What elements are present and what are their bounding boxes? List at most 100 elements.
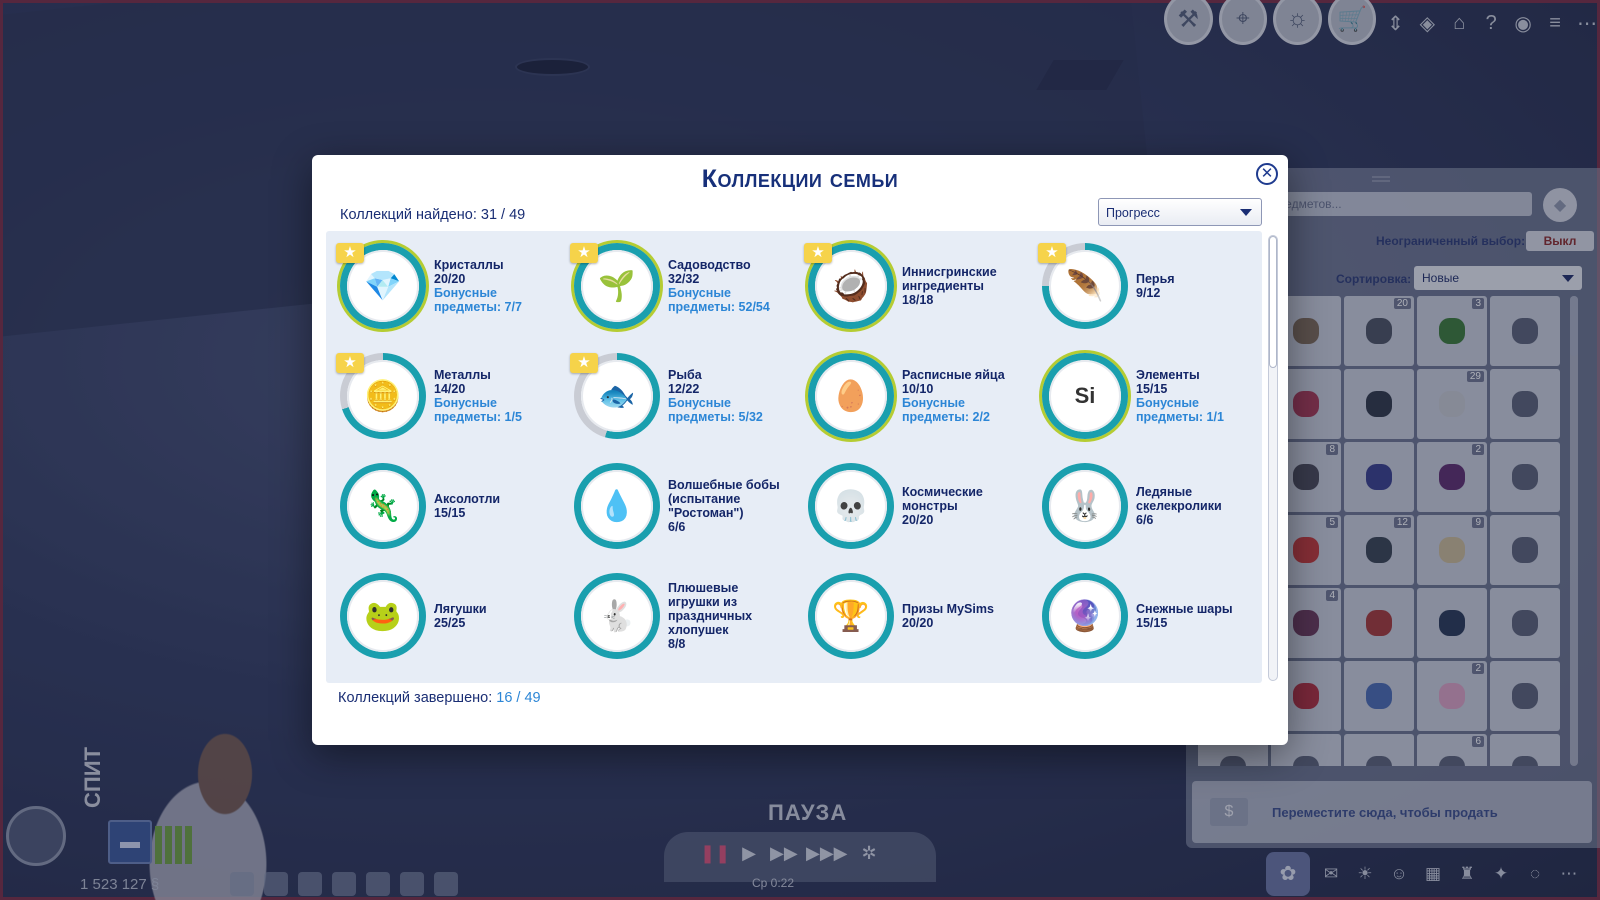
snow-globe-icon: 🔮	[1049, 580, 1121, 652]
collection-count: 25/25	[434, 616, 466, 630]
collection-info: Иннисгринские ингредиенты 18/18	[902, 265, 1022, 307]
collection-item[interactable]: 🏆 Призы MySims 20/20	[794, 561, 1028, 671]
collections-found-value: 31 / 49	[480, 207, 526, 223]
collection-item[interactable]: 🦎 Аксолотли 15/15	[326, 451, 560, 561]
collections-completed-label: Коллекций завершено:	[338, 690, 493, 706]
collection-item[interactable]: 🐰 Ледяные скелекролики 6/6	[1028, 451, 1262, 561]
collection-progress-ring: 🌱 ★	[570, 243, 660, 329]
collection-progress-ring: 🦎	[340, 463, 426, 549]
collection-item[interactable]: 🐇 Плюшевые игрушки из праздничных хлопуше…	[560, 561, 794, 671]
collection-count: 6/6	[1136, 513, 1154, 527]
collection-item[interactable]: 🥚 Расписные яйца 10/10 Бонусные предметы: 2/…	[794, 341, 1028, 451]
collection-info: Металлы 14/20 Бонусные предметы: 1/5	[434, 368, 522, 424]
star-icon: ★	[804, 243, 832, 263]
collection-count: 6/6	[668, 520, 686, 534]
collection-progress-ring: 🪶 ★	[1038, 243, 1128, 329]
collection-progress-ring: 🪙 ★	[336, 353, 426, 439]
collection-name: Волшебные бобы (испытание "Ростоман")	[668, 478, 780, 520]
star-icon: ★	[570, 353, 598, 373]
element-si-icon: Si	[1049, 360, 1121, 432]
axolotl-icon: 🦎	[347, 470, 419, 542]
dialog-title: Коллекции семьи	[701, 165, 899, 193]
collection-info: Призы MySims 20/20	[902, 602, 994, 630]
collection-item[interactable]: 💎 ★ Кристаллы 20/20 Бонусные предметы: 7/7	[326, 231, 560, 341]
collection-item[interactable]: 💀 Космические монстры 20/20	[794, 451, 1028, 561]
collection-progress-ring: 🐸	[340, 573, 426, 659]
collections-grid: 💎 ★ Кристаллы 20/20 Бонусные предметы: 7/7 🌱 ★ С…	[326, 231, 1262, 683]
bonus-items-count: предметы: 1/1	[1136, 410, 1224, 424]
sort-dropdown[interactable]: Прогресс	[1098, 198, 1262, 226]
star-icon: ★	[1038, 243, 1066, 263]
collection-count: 8/8	[668, 637, 686, 651]
collection-count: 18/18	[902, 293, 934, 307]
close-icon[interactable]: ✕	[1256, 163, 1278, 185]
collection-name: Аксолотли	[434, 492, 501, 506]
collection-progress-ring: Si	[1042, 353, 1128, 439]
bonus-items-count: предметы: 5/32	[668, 410, 763, 424]
collection-name: Призы MySims	[902, 602, 994, 616]
collection-count: 15/15	[1136, 616, 1168, 630]
collection-info: Перья 9/12	[1136, 272, 1175, 300]
collection-name: Кристаллы	[434, 258, 504, 272]
collection-progress-ring: 💧	[574, 463, 660, 549]
magic-bean-icon: 💧	[581, 470, 653, 542]
collection-info: Элементы 15/15 Бонусные предметы: 1/1	[1136, 368, 1224, 424]
bonus-label: Бонусные	[1136, 396, 1199, 410]
bonus-label: Бонусные	[434, 396, 497, 410]
collection-count: 32/32	[668, 272, 700, 286]
collection-name: Металлы	[434, 368, 491, 382]
collections-scroll-thumb[interactable]	[1269, 236, 1277, 368]
collection-item[interactable]: 🐟 ★ Рыба 12/22 Бонусные предметы: 5/32	[560, 341, 794, 451]
collection-name: Рыба	[668, 368, 702, 382]
bonus-label: Бонусные	[434, 286, 497, 300]
collection-progress-ring: 🐟 ★	[570, 353, 660, 439]
collection-progress-ring: 🏆	[808, 573, 894, 659]
collection-progress-ring: 🥚	[808, 353, 894, 439]
collection-info: Космические монстры 20/20	[902, 485, 1022, 527]
collection-name: Плюшевые игрушки из праздничных хлопушек	[668, 581, 753, 637]
collection-count: 15/15	[1136, 382, 1168, 396]
collection-progress-ring: 🐰	[1042, 463, 1128, 549]
collection-count: 20/20	[902, 616, 934, 630]
star-icon: ★	[336, 353, 364, 373]
star-icon: ★	[336, 243, 364, 263]
collections-completed: Коллекций завершено: 16 / 49	[338, 690, 541, 706]
collection-info: Снежные шары 15/15	[1136, 602, 1233, 630]
collection-name: Космические монстры	[902, 485, 983, 513]
collection-progress-ring: 💀	[808, 463, 894, 549]
collection-item[interactable]: 🪶 ★ Перья 9/12	[1028, 231, 1262, 341]
collection-item[interactable]: 🪙 ★ Металлы 14/20 Бонусные предметы: 1/5	[326, 341, 560, 451]
collections-found-label: Коллекций найдено:	[340, 207, 477, 223]
collection-name: Садоводство	[668, 258, 751, 272]
collection-item[interactable]: Si Элементы 15/15 Бонусные предметы: 1/1	[1028, 341, 1262, 451]
bonus-label: Бонусные	[902, 396, 965, 410]
collection-name: Снежные шары	[1136, 602, 1233, 616]
collection-item[interactable]: 🔮 Снежные шары 15/15	[1028, 561, 1262, 671]
collection-item[interactable]: 🥥 ★ Иннисгринские ингредиенты 18/18	[794, 231, 1028, 341]
collection-name: Ледяные скелекролики	[1136, 485, 1222, 513]
collection-info: Плюшевые игрушки из праздничных хлопушек…	[668, 581, 788, 651]
collections-found: Коллекций найдено: 31 / 49	[340, 207, 525, 223]
bonus-label: Бонусные	[668, 396, 731, 410]
collection-info: Кристаллы 20/20 Бонусные предметы: 7/7	[434, 258, 522, 314]
collection-count: 9/12	[1136, 286, 1161, 300]
collection-name: Расписные яйца	[902, 368, 1005, 382]
collections-completed-value: 16 / 49	[496, 690, 541, 706]
collection-info: Расписные яйца 10/10 Бонусные предметы: 2/2	[902, 368, 1005, 424]
collection-count: 15/15	[434, 506, 466, 520]
collection-count: 20/20	[902, 513, 934, 527]
collections-scrollbar[interactable]	[1268, 235, 1278, 681]
collection-name: Элементы	[1136, 368, 1200, 382]
collection-item[interactable]: 💧 Волшебные бобы (испытание "Ростоман") 6/…	[560, 451, 794, 561]
collection-item[interactable]: 🐸 Лягушки 25/25	[326, 561, 560, 671]
bonus-label: Бонусные	[668, 286, 731, 300]
collection-count: 10/10	[902, 382, 934, 396]
collection-progress-ring: 💎 ★	[336, 243, 426, 329]
collection-count: 14/20	[434, 382, 466, 396]
collection-name: Лягушки	[434, 602, 487, 616]
collection-info: Волшебные бобы (испытание "Ростоман") 6/6	[668, 478, 788, 534]
sort-dropdown-value: Прогресс	[1106, 206, 1160, 220]
collection-count: 20/20	[434, 272, 466, 286]
collection-name: Перья	[1136, 272, 1175, 286]
collection-item[interactable]: 🌱 ★ Садоводство 32/32 Бонусные предметы: 52/5…	[560, 231, 794, 341]
